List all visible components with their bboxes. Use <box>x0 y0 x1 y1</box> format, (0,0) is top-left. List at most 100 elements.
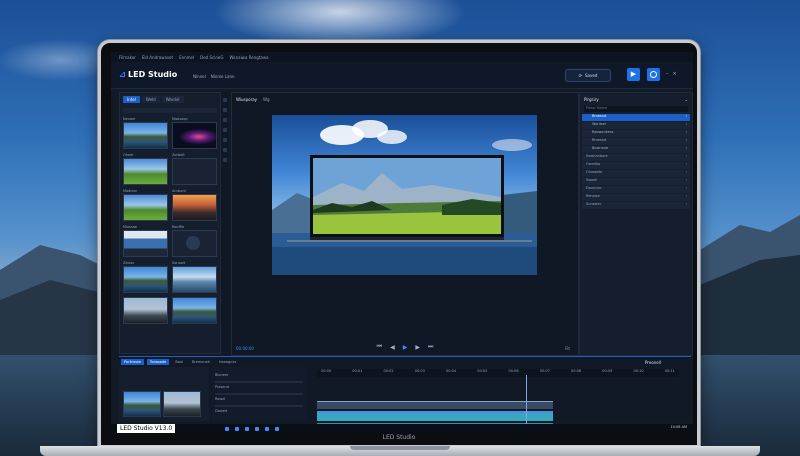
step-forward-icon[interactable]: ▶ <box>415 344 420 351</box>
app-icon[interactable] <box>235 426 240 431</box>
app-icon[interactable] <box>265 426 270 431</box>
media-item[interactable] <box>123 297 168 324</box>
screen-bezel: Filmaker Eld Andrawaset Ennmel Ded Scine… <box>101 43 697 445</box>
timeline-tab[interactable]: Tonasade <box>146 359 170 365</box>
play-icon[interactable]: ▶ <box>403 344 408 351</box>
tool-icon[interactable] <box>223 138 227 142</box>
media-thumbnail[interactable] <box>172 266 217 293</box>
tool-icon[interactable] <box>223 128 227 132</box>
playhead[interactable] <box>526 375 527 425</box>
timeline-preset[interactable]: Preonell <box>645 360 661 365</box>
app-icon[interactable] <box>275 426 280 431</box>
media-thumbnail[interactable] <box>123 158 168 185</box>
property-row[interactable]: Bownone › <box>582 146 690 153</box>
menubar-item[interactable]: Eld Andrawaset <box>142 55 173 60</box>
properties-search[interactable]: Pilnar Name <box>584 106 688 112</box>
preview-zoom[interactable]: Fit <box>565 346 570 351</box>
media-item[interactable]: Ohoer <box>123 153 168 185</box>
timeline-ruler[interactable]: 00:00 00:01 00:02 00:03 00:04 00:05 00:0… <box>317 369 679 377</box>
preview-timecode: 00:00:00 <box>236 346 254 351</box>
library-tab[interactable]: Weld <box>141 96 160 103</box>
property-row[interactable]: Sweoll › <box>582 178 690 185</box>
media-thumbnail[interactable] <box>123 122 168 149</box>
menubar-item[interactable]: Ded ScineG <box>200 55 223 60</box>
property-row[interactable]: Dounceo › <box>582 186 690 193</box>
timeline-tabs: Porlinewe Tonasade Boal Bremonek Haeagne… <box>121 359 239 365</box>
title-menu-item[interactable]: Ninnie Lann <box>211 74 235 79</box>
media-item[interactable]: Madiear <box>123 189 168 221</box>
property-row[interactable]: Rmesiut › <box>582 114 690 121</box>
timeline-bin <box>119 367 209 421</box>
timeline-tab[interactable]: Bremonek <box>189 359 213 365</box>
media-thumbnail[interactable] <box>172 158 217 185</box>
media-thumbnail[interactable] <box>172 194 217 221</box>
property-row[interactable]: Wontser › <box>582 122 690 129</box>
media-item[interactable]: Ambunt <box>172 189 217 221</box>
chevron-right-icon: › <box>685 178 687 182</box>
tool-icon[interactable] <box>223 108 227 112</box>
tool-icon[interactable] <box>223 158 227 162</box>
preview-canvas[interactable] <box>272 115 537 275</box>
app-icon[interactable] <box>255 426 260 431</box>
minimize-icon[interactable]: – <box>666 71 669 77</box>
bin-thumbnail[interactable] <box>163 391 201 417</box>
media-item[interactable]: Zorbolt <box>172 153 217 185</box>
title-menu-item[interactable]: Ninnel <box>193 74 206 79</box>
property-label: Wontser <box>592 122 607 126</box>
property-row[interactable]: Oluwanbi › <box>582 170 690 177</box>
preview-tab[interactable]: Wiusporay <box>236 97 257 102</box>
media-item[interactable]: Reoffle <box>172 225 217 257</box>
play-button[interactable]: ▶ <box>627 68 640 81</box>
media-item[interactable]: Miassae <box>123 225 168 257</box>
chevron-down-icon[interactable]: ⌄ <box>685 97 688 102</box>
property-row[interactable]: Rmesiut › <box>582 138 690 145</box>
property-row[interactable]: Sowhanbare › <box>582 154 690 161</box>
media-item[interactable]: Maasoop <box>172 117 217 149</box>
media-item[interactable]: Zeloor <box>123 261 168 293</box>
menubar-item[interactable]: Filmaker <box>119 55 136 60</box>
property-row[interactable]: Roowaukess › <box>582 130 690 137</box>
media-item[interactable] <box>172 297 217 324</box>
property-row[interactable]: Sunewer › <box>582 202 690 209</box>
properties-header: Pirgsiry ⌄ <box>580 93 692 104</box>
timeline-tab[interactable]: Porlinewe <box>121 359 144 365</box>
media-thumbnail[interactable] <box>172 122 217 149</box>
media-item[interactable]: Sonoolt <box>172 261 217 293</box>
close-icon[interactable]: × <box>673 71 677 77</box>
timeline-tab[interactable]: Boal <box>172 359 186 365</box>
laptop-brand-label: LED Studio <box>382 434 416 441</box>
tool-icon[interactable] <box>223 118 227 122</box>
properties-panel: Pirgsiry ⌄ Pilnar Name Rmesiut › Wontser ›… <box>579 92 693 356</box>
save-button[interactable]: ⟳ Saved <box>565 69 611 82</box>
bin-thumbnail[interactable] <box>123 391 161 417</box>
record-button[interactable] <box>647 68 660 81</box>
menubar-item[interactable]: Wanaiwa Rengtawa <box>229 55 268 60</box>
property-row[interactable]: Owmiko › <box>582 162 690 169</box>
tool-icon[interactable] <box>223 148 227 152</box>
skip-back-icon[interactable]: ⏮ <box>377 343 382 351</box>
effect-clip[interactable] <box>317 413 553 421</box>
media-thumbnail[interactable] <box>172 297 217 324</box>
media-thumbnail[interactable] <box>123 230 168 257</box>
property-row[interactable]: Rehaise › <box>582 194 690 201</box>
media-thumbnail[interactable] <box>123 297 168 324</box>
app-logo: ⊿ LED Studio <box>119 70 177 79</box>
timeline-tab[interactable]: Haeagnes <box>216 359 240 365</box>
library-tab[interactable]: Wardel <box>161 96 184 103</box>
media-thumbnail[interactable] <box>123 266 168 293</box>
app-icon[interactable] <box>245 426 250 431</box>
video-clip[interactable] <box>317 401 553 409</box>
media-item[interactable]: Nenoer <box>123 117 168 149</box>
ruler-tick: 00:09 <box>602 369 613 373</box>
menubar-item[interactable]: Ennmel <box>179 55 194 60</box>
preview-tab[interactable]: Wg <box>263 97 270 102</box>
app-icon[interactable] <box>225 426 230 431</box>
media-thumbnail[interactable] <box>123 194 168 221</box>
tool-icon[interactable] <box>223 98 227 102</box>
step-back-icon[interactable]: ◀ <box>390 344 395 351</box>
taskbar-app-label[interactable]: LED Studio V13.0 <box>117 424 176 433</box>
library-filter-bar[interactable] <box>123 108 217 113</box>
media-thumbnail[interactable] <box>172 230 217 257</box>
library-tab[interactable]: Intel <box>123 96 140 103</box>
skip-forward-icon[interactable]: ⏭ <box>428 343 433 351</box>
